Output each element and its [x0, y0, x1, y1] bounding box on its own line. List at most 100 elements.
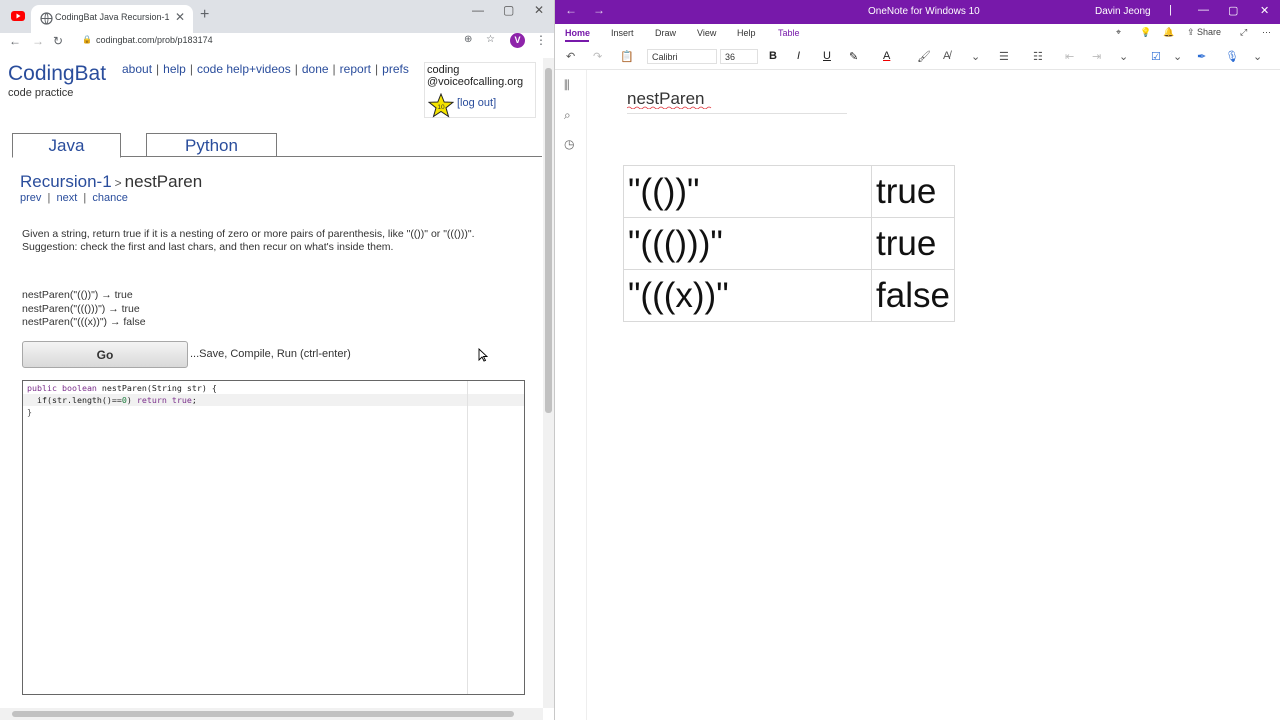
- outdent-icon[interactable]: ⇤: [1065, 50, 1074, 63]
- minimize-icon[interactable]: —: [472, 3, 484, 17]
- chance-link[interactable]: chance: [92, 192, 127, 204]
- clipboard-icon[interactable]: 📋: [620, 50, 634, 63]
- chrome-menu-icon[interactable]: ⋮: [535, 33, 547, 47]
- minimize-icon[interactable]: —: [1198, 4, 1209, 16]
- table-cell-result[interactable]: false: [871, 269, 955, 322]
- tab-python[interactable]: Python: [146, 133, 277, 157]
- close-window-icon[interactable]: ✕: [1260, 4, 1269, 17]
- menu-insert[interactable]: Insert: [611, 28, 634, 38]
- vertical-scroll-thumb[interactable]: [545, 68, 552, 413]
- underline-button[interactable]: U: [823, 50, 831, 62]
- codingbat-logo[interactable]: CodingBat: [8, 62, 106, 86]
- menu-home[interactable]: Home: [565, 28, 590, 38]
- language-tabs: Java Python: [12, 133, 542, 158]
- table-row[interactable]: "((()))" true: [623, 217, 955, 270]
- nav-about[interactable]: about: [122, 62, 152, 76]
- bookmark-star-icon[interactable]: ☆: [486, 34, 495, 45]
- font-size-box[interactable]: 36: [720, 49, 758, 64]
- checkbox-tag-icon[interactable]: ☑: [1151, 50, 1161, 63]
- table-cell-input[interactable]: "(((x))": [623, 269, 872, 322]
- share-button[interactable]: ⇪ Share: [1187, 27, 1221, 38]
- prev-link[interactable]: prev: [20, 192, 41, 204]
- bullets-icon[interactable]: ☰: [999, 50, 1009, 63]
- redo-icon[interactable]: ↷: [593, 50, 602, 63]
- lightbulb-icon[interactable]: 💡: [1140, 27, 1151, 38]
- user-name[interactable]: Davin Jeong: [1095, 6, 1151, 17]
- close-window-icon[interactable]: ✕: [534, 3, 544, 17]
- note-table[interactable]: "(())" true "((()))" true "(((x))" false: [623, 165, 955, 322]
- font-color-icon[interactable]: A: [883, 50, 890, 62]
- nav-help[interactable]: help: [163, 62, 186, 76]
- horizontal-scrollbar[interactable]: [0, 708, 543, 720]
- tell-me-icon[interactable]: ⌖: [1116, 27, 1121, 38]
- spellcheck-squiggle: [627, 106, 712, 109]
- fullscreen-icon[interactable]: ⤢: [1240, 27, 1247, 38]
- chevron-down-icon[interactable]: ⌄: [971, 50, 980, 63]
- table-cell-input[interactable]: "((()))": [623, 217, 872, 270]
- clear-format-icon[interactable]: A̸: [943, 50, 950, 62]
- go-button[interactable]: Go: [22, 341, 188, 368]
- chevron-down-icon[interactable]: ⌄: [1173, 50, 1182, 63]
- mouse-cursor-icon: [478, 348, 488, 362]
- next-link[interactable]: next: [57, 192, 78, 204]
- minimize-icon[interactable]: |: [1169, 4, 1172, 16]
- chevron-down-icon[interactable]: ⌄: [1119, 50, 1128, 63]
- user-line2: @voiceofcalling.org: [427, 76, 524, 88]
- code-editor[interactable]: public boolean nestParen(String str) { i…: [22, 380, 525, 695]
- address-bar[interactable]: 🔒 codingbat.com/prob/p183174 ⊕ ☆: [76, 33, 501, 49]
- back-arrow-icon[interactable]: ←: [565, 3, 577, 17]
- zoom-icon[interactable]: ⊕: [464, 34, 472, 45]
- undo-icon[interactable]: ↶: [566, 50, 575, 63]
- maximize-icon[interactable]: ▢: [503, 3, 514, 17]
- nav-report[interactable]: report: [340, 62, 371, 76]
- logout-link[interactable]: [log out]: [457, 97, 496, 109]
- new-tab-button[interactable]: +: [200, 6, 209, 24]
- nav-code-help-videos[interactable]: code help+videos: [197, 62, 291, 76]
- reload-icon[interactable]: ↻: [53, 33, 63, 49]
- site-subtitle: code practice: [8, 87, 74, 99]
- vertical-scrollbar[interactable]: [543, 58, 554, 708]
- recent-clock-icon[interactable]: ◷: [564, 137, 574, 151]
- example-1: nestParen("(())") → true: [22, 289, 133, 301]
- tab-codingbat[interactable]: CodingBat Java Recursion-1 nestParen ✕: [31, 5, 193, 33]
- bold-button[interactable]: B: [769, 50, 777, 62]
- maximize-icon[interactable]: ▢: [1228, 4, 1238, 17]
- breadcrumb-section[interactable]: Recursion-1: [20, 172, 112, 191]
- forward-arrow-icon[interactable]: →: [593, 3, 605, 17]
- numbering-icon[interactable]: ☷: [1033, 50, 1043, 63]
- tab-java[interactable]: Java: [12, 133, 121, 158]
- forward-icon[interactable]: →: [32, 33, 44, 49]
- table-row[interactable]: "(((x))" false: [623, 269, 955, 322]
- nav-done[interactable]: done: [302, 62, 329, 76]
- font-name-box[interactable]: Calibri: [647, 49, 717, 64]
- table-cell-input[interactable]: "(())": [623, 165, 872, 218]
- menu-view[interactable]: View: [697, 28, 716, 38]
- bell-icon[interactable]: 🔔: [1163, 27, 1174, 38]
- print-margin: [467, 381, 468, 694]
- onenote-window: ← → OneNote for Windows 10 Davin Jeong |…: [555, 0, 1280, 720]
- pen-icon[interactable]: ✒: [1197, 50, 1206, 63]
- search-icon[interactable]: ⌕: [564, 108, 571, 123]
- notebooks-icon[interactable]: ⫼: [564, 78, 570, 93]
- table-row[interactable]: "(())" true: [623, 165, 955, 218]
- chevron-down-icon[interactable]: ⌄: [1253, 50, 1262, 63]
- menu-table[interactable]: Table: [778, 28, 800, 38]
- horizontal-scroll-thumb[interactable]: [12, 711, 514, 717]
- menu-draw[interactable]: Draw: [655, 28, 676, 38]
- table-cell-result[interactable]: true: [871, 165, 955, 218]
- menu-help[interactable]: Help: [737, 28, 756, 38]
- close-tab-icon[interactable]: ✕: [175, 10, 185, 24]
- page-title-underline: [627, 113, 847, 114]
- indent-icon[interactable]: ⇥: [1092, 50, 1101, 63]
- youtube-tab-icon[interactable]: [10, 9, 26, 23]
- profile-avatar[interactable]: V: [510, 33, 525, 48]
- highlight-icon[interactable]: ✎: [849, 50, 858, 63]
- code-line-3: }: [27, 407, 32, 417]
- back-icon[interactable]: ←: [9, 33, 21, 49]
- table-cell-result[interactable]: true: [871, 217, 955, 270]
- format-painter-icon[interactable]: 🖌: [917, 50, 931, 63]
- nav-prefs[interactable]: prefs: [382, 62, 409, 76]
- italic-button[interactable]: I: [797, 50, 800, 62]
- dictate-mic-icon[interactable]: 🎙: [1225, 50, 1239, 63]
- more-icon[interactable]: ⋯: [1262, 27, 1271, 38]
